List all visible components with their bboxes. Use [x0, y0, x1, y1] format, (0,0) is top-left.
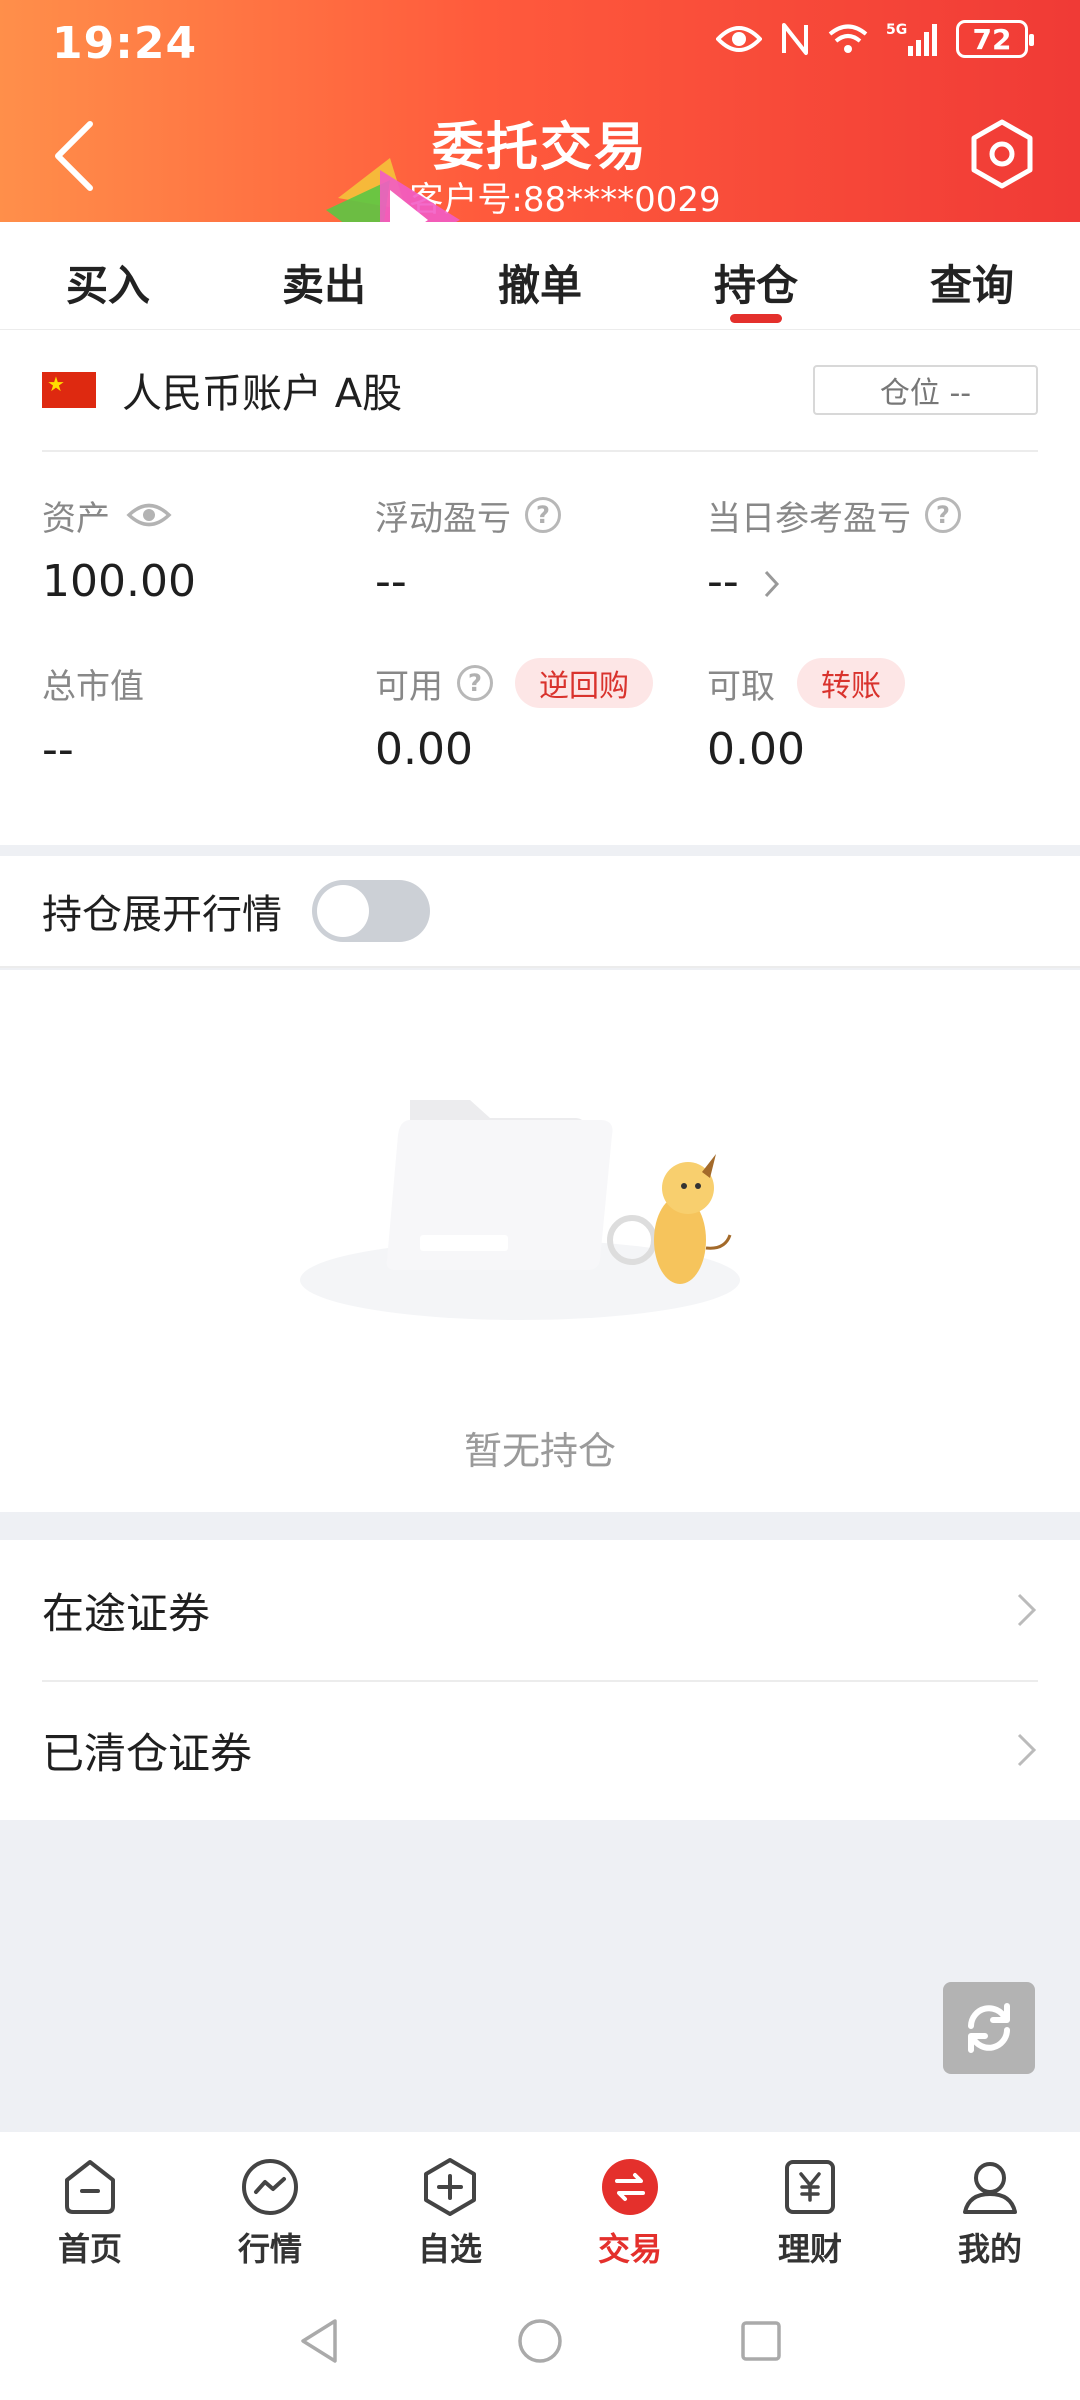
list-item-cleared[interactable]: 已清仓证券 — [0, 1680, 1080, 1820]
today-pnl-label: 当日参考盈亏 — [707, 498, 911, 539]
watchlist-icon — [424, 2158, 476, 2216]
metric-assets: 资产 100.00 — [42, 490, 196, 608]
system-nav-bar — [0, 2282, 1080, 2400]
chevron-right-icon — [764, 570, 779, 598]
tab-cancel[interactable]: 撤单 — [432, 222, 648, 329]
system-home-icon[interactable] — [516, 2317, 564, 2365]
nav-label: 交易 — [597, 2230, 662, 2268]
wifi-icon — [828, 24, 868, 53]
nfc-icon — [782, 23, 808, 55]
trade-tabs: 买入 卖出 撤单 持仓 查询 — [0, 222, 1080, 330]
metric-available: 可用? 逆回购 0.00 — [375, 658, 653, 775]
system-recents-icon[interactable] — [739, 2319, 783, 2363]
tab-holdings[interactable]: 持仓 — [648, 222, 864, 329]
metric-float-pnl: 浮动盈亏? -- — [375, 490, 561, 607]
nav-market[interactable]: 行情 — [180, 2132, 360, 2282]
account-header: ★ 人民币账户 A股 仓位 -- — [42, 330, 1038, 452]
system-back-icon[interactable] — [297, 2317, 341, 2365]
market-value-value: -- — [42, 724, 74, 775]
account-card: ★ 人民币账户 A股 仓位 -- 资产 100.00 浮动盈亏? -- 当日参考… — [0, 330, 1080, 845]
page-title: 委托交易 — [431, 118, 648, 178]
battery-level: 72 — [972, 22, 1012, 56]
nav-label: 我的 — [957, 2230, 1022, 2268]
profile-icon — [963, 2162, 1017, 2214]
signal-5g-icon: 5G — [886, 22, 937, 56]
available-label: 可用 — [375, 666, 443, 707]
trade-icon — [602, 2159, 658, 2215]
reverse-repo-button[interactable]: 逆回购 — [515, 658, 653, 708]
customer-number: 客户号:88****0029 — [409, 180, 721, 220]
status-icons: 5G 72 — [716, 20, 1034, 58]
list-item-label: 已清仓证券 — [42, 1728, 253, 1778]
empty-folder-illustration — [300, 1100, 740, 1320]
china-flag-icon: ★ — [42, 372, 96, 408]
market-value-label: 总市值 — [42, 666, 144, 707]
empty-holdings-text: 暂无持仓 — [463, 1429, 616, 1473]
header: 19:24 5G 72 委托交易 客户号:88****0029 — [0, 0, 1080, 222]
account-name: 人民币账户 A股 — [122, 371, 403, 417]
expand-quotes-toggle[interactable] — [312, 880, 430, 942]
settings-button[interactable] — [966, 118, 1038, 190]
status-time: 19:24 — [52, 18, 198, 69]
eye-comfort-icon — [716, 26, 762, 52]
securities-list: 在途证券 已清仓证券 — [0, 1540, 1080, 1820]
nav-finance[interactable]: 理财 — [720, 2132, 900, 2282]
assets-label: 资产 — [42, 498, 110, 539]
float-pnl-value: -- — [375, 556, 407, 607]
home-icon — [65, 2160, 115, 2214]
transfer-button[interactable]: 转账 — [797, 658, 905, 708]
withdrawable-label: 可取 — [707, 666, 775, 707]
position-button[interactable]: 仓位 -- — [813, 365, 1038, 415]
bottom-nav: 首页 行情 自选 交易 理财 我的 — [0, 2132, 1080, 2282]
tab-buy[interactable]: 买入 — [0, 222, 216, 329]
battery-icon: 72 — [956, 20, 1034, 58]
metric-today-pnl[interactable]: 当日参考盈亏? -- — [707, 490, 961, 607]
nav-label: 行情 — [237, 2230, 302, 2268]
chevron-right-icon — [1017, 1593, 1037, 1627]
nav-trade[interactable]: 交易 — [540, 2132, 720, 2282]
nav-home[interactable]: 首页 — [0, 2132, 180, 2282]
float-pnl-label: 浮动盈亏 — [375, 498, 511, 539]
help-icon[interactable]: ? — [525, 497, 561, 533]
market-icon — [242, 2159, 298, 2215]
svg-text:5G: 5G — [886, 22, 907, 38]
expand-quotes-label: 持仓展开行情 — [42, 892, 282, 938]
help-icon[interactable]: ? — [457, 665, 493, 701]
chevron-right-icon — [1017, 1733, 1037, 1767]
assets-value: 100.00 — [42, 556, 196, 607]
today-pnl-value: -- — [707, 556, 739, 607]
available-value: 0.00 — [375, 724, 473, 775]
nav-label: 自选 — [417, 2230, 482, 2268]
nav-label: 理财 — [777, 2230, 842, 2268]
list-item-label: 在途证券 — [42, 1588, 211, 1638]
help-icon[interactable]: ? — [925, 497, 961, 533]
tab-query[interactable]: 查询 — [864, 222, 1080, 329]
list-item-in-transit[interactable]: 在途证券 — [0, 1540, 1080, 1680]
nav-watchlist[interactable]: 自选 — [360, 2132, 540, 2282]
nav-label: 首页 — [57, 2230, 122, 2268]
empty-holdings: 暂无持仓 — [0, 970, 1080, 1512]
expand-quotes-row: 持仓展开行情 — [0, 856, 1080, 968]
eye-icon[interactable] — [126, 500, 172, 530]
withdrawable-value: 0.00 — [707, 724, 805, 775]
nav-profile[interactable]: 我的 — [900, 2132, 1080, 2282]
metric-market-value: 总市值 -- — [42, 658, 144, 776]
tab-sell[interactable]: 卖出 — [216, 222, 432, 329]
screen: 19:24 5G 72 委托交易 客户号:88****0029 买入 卖出 撤单… — [0, 0, 1080, 2400]
refresh-button[interactable] — [943, 1982, 1035, 2074]
finance-icon — [785, 2160, 835, 2214]
refresh-icon — [968, 2003, 1010, 2053]
metric-withdrawable: 可取 转账 0.00 — [707, 658, 905, 775]
